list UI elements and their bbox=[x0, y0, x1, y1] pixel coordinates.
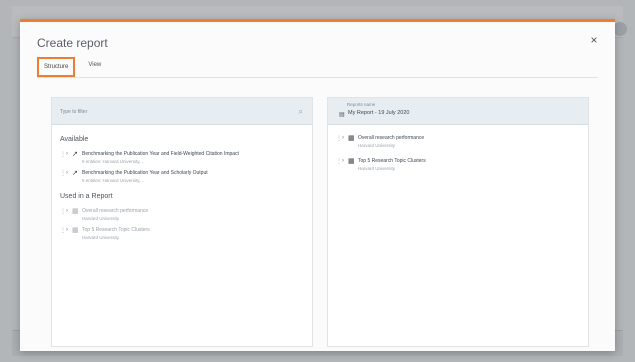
used-item[interactable]: ⋮ › ▦ Top 5 Research Topic Clusters Harv… bbox=[60, 227, 308, 245]
filter-placeholder: Type to filter bbox=[60, 109, 88, 115]
chevron-right-icon[interactable]: › bbox=[66, 208, 68, 214]
dialog-tabs: Structure View bbox=[37, 57, 106, 77]
report-pane: ▤ Reports name My Report - 19 July 2020 … bbox=[327, 97, 589, 347]
report-item[interactable]: ⋮ › ▦ Overall research performance Harva… bbox=[336, 135, 584, 153]
table-icon: ▦ bbox=[348, 158, 355, 165]
line-chart-icon: ↗ bbox=[72, 151, 78, 158]
background-user-icon bbox=[613, 22, 627, 36]
table-icon: ▦ bbox=[72, 208, 79, 215]
report-icon: ▤ bbox=[339, 112, 345, 118]
report-item[interactable]: ⋮ › ▦ Top 5 Research Topic Clusters Harv… bbox=[336, 158, 584, 176]
item-subtitle: 5 entities: Harvard University,... bbox=[82, 178, 145, 183]
report-name-header: ▤ Reports name My Report - 19 July 2020 bbox=[328, 98, 588, 125]
item-name: Top 5 Research Topic Clusters bbox=[358, 158, 426, 164]
chevron-right-icon[interactable]: › bbox=[66, 227, 68, 233]
create-report-dialog: Create report × Structure View Type to f… bbox=[20, 19, 615, 351]
available-pane: Type to filter ⌕ Available ⋮ › ↗ Benchma… bbox=[51, 97, 313, 347]
item-name: Overall research performance bbox=[82, 208, 149, 214]
available-item[interactable]: ⋮ › ↗ Benchmarking the Publication Year … bbox=[60, 151, 308, 169]
available-item[interactable]: ⋮ › ↗ Benchmarking the Publication Year … bbox=[60, 170, 308, 188]
chevron-right-icon[interactable]: › bbox=[66, 151, 68, 157]
filter-input[interactable]: Type to filter ⌕ bbox=[52, 98, 312, 125]
tab-view[interactable]: View bbox=[83, 57, 106, 77]
used-item[interactable]: ⋮ › ▦ Overall research performance Harva… bbox=[60, 208, 308, 226]
available-heading: Available bbox=[60, 136, 89, 143]
item-name: Benchmarking the Publication Year and Sc… bbox=[82, 170, 208, 176]
item-subtitle: 5 entities: Harvard University,... bbox=[82, 159, 145, 164]
item-subtitle: Harvard University bbox=[358, 143, 396, 148]
item-name: Overall research performance bbox=[358, 135, 425, 141]
line-chart-icon: ↗ bbox=[72, 170, 78, 177]
item-subtitle: Harvard University bbox=[82, 216, 120, 221]
dialog-title: Create report bbox=[37, 36, 108, 50]
close-button[interactable]: × bbox=[587, 33, 601, 47]
item-subtitle: Harvard University bbox=[82, 235, 120, 240]
chevron-right-icon[interactable]: › bbox=[342, 135, 344, 141]
item-subtitle: Harvard University bbox=[358, 166, 396, 171]
chevron-right-icon[interactable]: › bbox=[342, 158, 344, 164]
tabs-divider bbox=[37, 77, 598, 78]
used-in-report-heading: Used in a Report bbox=[60, 193, 113, 200]
search-icon: ⌕ bbox=[298, 107, 303, 116]
chevron-right-icon[interactable]: › bbox=[66, 170, 68, 176]
table-icon: ▦ bbox=[348, 135, 355, 142]
tab-structure[interactable]: Structure bbox=[37, 57, 76, 77]
report-name-label: Reports name bbox=[347, 102, 376, 107]
item-name: Top 5 Research Topic Clusters bbox=[82, 227, 150, 233]
table-icon: ▦ bbox=[72, 227, 79, 234]
item-name: Benchmarking the Publication Year and Fi… bbox=[82, 151, 239, 157]
report-name-input[interactable]: My Report - 19 July 2020 bbox=[348, 110, 409, 116]
